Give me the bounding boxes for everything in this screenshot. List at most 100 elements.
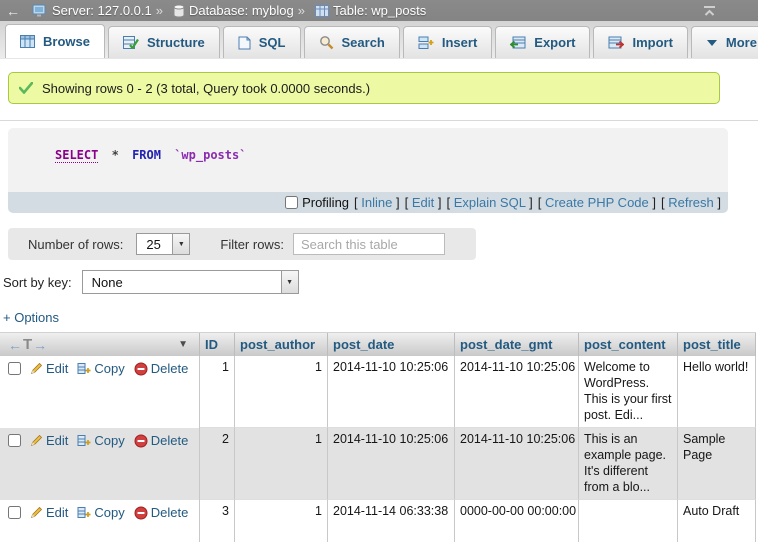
sql-select-keyword[interactable]: SELECT xyxy=(55,148,98,163)
profiling-label: Profiling xyxy=(302,195,349,210)
sort-by-key-select[interactable]: None ▼ xyxy=(82,270,299,294)
column-nav-left-icon[interactable]: ← xyxy=(8,337,22,353)
copy-link[interactable]: Copy xyxy=(77,433,124,448)
cell-post_date_gmt: 0000-00-00 00:00:00 xyxy=(455,500,579,542)
delete-link[interactable]: Delete xyxy=(134,433,189,448)
back-arrow-icon[interactable]: ← xyxy=(0,3,26,19)
row-checkbox[interactable] xyxy=(8,362,21,375)
profiling-link-explain-sql[interactable]: Explain SQL xyxy=(454,195,526,210)
tab-import[interactable]: Import xyxy=(593,26,687,58)
table-row: EditCopyDelete112014-11-10 10:25:062014-… xyxy=(0,356,756,428)
breadcrumb-separator: » xyxy=(156,3,163,18)
profiling-link-refresh[interactable]: Refresh xyxy=(668,195,714,210)
delete-link[interactable]: Delete xyxy=(134,361,189,376)
column-nav-control[interactable]: ← T → xyxy=(5,336,47,353)
delete-link[interactable]: Delete xyxy=(134,505,189,520)
tab-browse[interactable]: Browse xyxy=(5,24,105,58)
cell-post_date: 2014-11-10 10:25:06 xyxy=(328,356,455,428)
cell-post_author: 1 xyxy=(235,356,328,428)
rows-per-page-select[interactable]: 25 ▼ xyxy=(136,233,190,255)
rows-per-page-value: 25 xyxy=(137,237,169,252)
row-checkbox[interactable] xyxy=(8,434,21,447)
pencil-icon xyxy=(30,506,43,519)
cell-post_date: 2014-11-10 10:25:06 xyxy=(328,428,455,500)
tab-sql[interactable]: SQL xyxy=(223,26,301,58)
column-header-post_author[interactable]: post_author xyxy=(235,333,328,356)
tab-label: More xyxy=(726,35,757,50)
column-header-ID[interactable]: ID xyxy=(200,333,235,356)
sort-by-key-label: Sort by key: xyxy=(3,275,72,290)
tab-export[interactable]: Export xyxy=(495,26,590,58)
tab-label: Insert xyxy=(442,35,477,50)
row-checkbox[interactable] xyxy=(8,506,21,519)
tab-label: SQL xyxy=(259,35,286,50)
breadcrumb-database[interactable]: Database: myblog xyxy=(189,3,294,18)
table-header-row: ← T → ▼ IDpost_authorpost_datepost_date_… xyxy=(0,332,756,356)
cell-post_content: Welcome to WordPress. This is your first… xyxy=(579,356,678,428)
browse-icon xyxy=(20,35,35,48)
cell-ID: 1 xyxy=(200,356,235,428)
results-table: ← T → ▼ IDpost_authorpost_datepost_date_… xyxy=(0,332,756,542)
tab-label: Export xyxy=(534,35,575,50)
sql-icon xyxy=(238,36,251,50)
tab-label: Search xyxy=(342,35,385,50)
profiling-link-edit[interactable]: Edit xyxy=(412,195,434,210)
rows-bar: Number of rows: 25 ▼ Filter rows: xyxy=(8,228,476,260)
query-toolbar: Profiling [ Inline ][ Edit ][ Explain SQ… xyxy=(8,192,728,213)
cell-post_author: 1 xyxy=(235,428,328,500)
filter-rows-label: Filter rows: xyxy=(220,237,284,252)
tab-search[interactable]: Search xyxy=(304,26,400,58)
more-icon xyxy=(706,39,718,47)
tab-structure[interactable]: Structure xyxy=(108,26,220,58)
tab-label: Browse xyxy=(43,34,90,49)
pencil-icon xyxy=(30,362,43,375)
chevron-down-icon: ▼ xyxy=(172,234,189,254)
cell-post_title: Hello world! xyxy=(678,356,756,428)
tab-bar: Browse Structure SQL Search Insert Export Impo… xyxy=(0,21,758,59)
search-icon xyxy=(319,35,334,50)
column-header-post_title[interactable]: post_title xyxy=(678,333,756,356)
copy-icon xyxy=(77,362,91,375)
options-toggle[interactable]: + Options xyxy=(3,310,59,325)
filter-rows-input[interactable] xyxy=(293,233,445,255)
profiling-link-inline[interactable]: Inline xyxy=(361,195,392,210)
sql-query: SELECT * FROM `wp_posts` xyxy=(8,128,728,192)
delete-icon xyxy=(134,434,148,448)
column-nav-tee-icon[interactable]: T xyxy=(23,336,32,353)
import-icon xyxy=(608,36,624,49)
edit-link[interactable]: Edit xyxy=(30,433,68,448)
cell-post_date_gmt: 2014-11-10 10:25:06 xyxy=(455,356,579,428)
copy-icon xyxy=(77,506,91,519)
edit-link[interactable]: Edit xyxy=(30,361,68,376)
breadcrumb-table[interactable]: Table: wp_posts xyxy=(333,3,426,18)
copy-link[interactable]: Copy xyxy=(77,361,124,376)
table-body: EditCopyDelete112014-11-10 10:25:062014-… xyxy=(0,356,756,542)
column-header-post_content[interactable]: post_content xyxy=(579,333,678,356)
cell-ID: 3 xyxy=(200,500,235,542)
copy-link[interactable]: Copy xyxy=(77,505,124,520)
sql-from-keyword: FROM xyxy=(132,148,161,162)
cell-post_content xyxy=(579,500,678,542)
table-icon xyxy=(315,5,329,17)
insert-icon xyxy=(418,36,434,50)
tab-label: Import xyxy=(632,35,672,50)
collapse-icon[interactable] xyxy=(703,6,716,16)
row-actions: Edit Copy Delete xyxy=(0,428,200,500)
rows-per-page-label: Number of rows: xyxy=(28,237,123,252)
structure-icon xyxy=(123,36,139,49)
profiling-link-create-php-code[interactable]: Create PHP Code xyxy=(545,195,649,210)
server-icon xyxy=(32,4,48,17)
tab-more[interactable]: More xyxy=(691,26,758,58)
tab-label: Structure xyxy=(147,35,205,50)
tab-insert[interactable]: Insert xyxy=(403,26,492,58)
column-nav-right-icon[interactable]: → xyxy=(33,337,47,353)
column-header-post_date_gmt[interactable]: post_date_gmt xyxy=(455,333,579,356)
profiling-checkbox[interactable] xyxy=(285,196,298,209)
edit-link[interactable]: Edit xyxy=(30,505,68,520)
column-header-post_date[interactable]: post_date xyxy=(328,333,455,356)
status-message-text: Showing rows 0 - 2 (3 total, Query took … xyxy=(42,81,370,96)
breadcrumb-separator: » xyxy=(298,3,305,18)
sort-options-icon[interactable]: ▼ xyxy=(178,339,194,350)
breadcrumb-server[interactable]: Server: 127.0.0.1 xyxy=(52,3,152,18)
cell-post_title: Sample Page xyxy=(678,428,756,500)
